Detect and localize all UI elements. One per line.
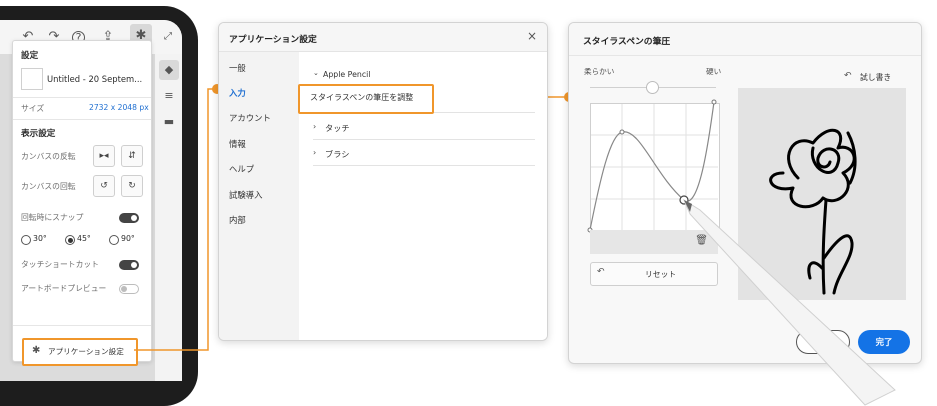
apple-pencil (682, 198, 896, 406)
